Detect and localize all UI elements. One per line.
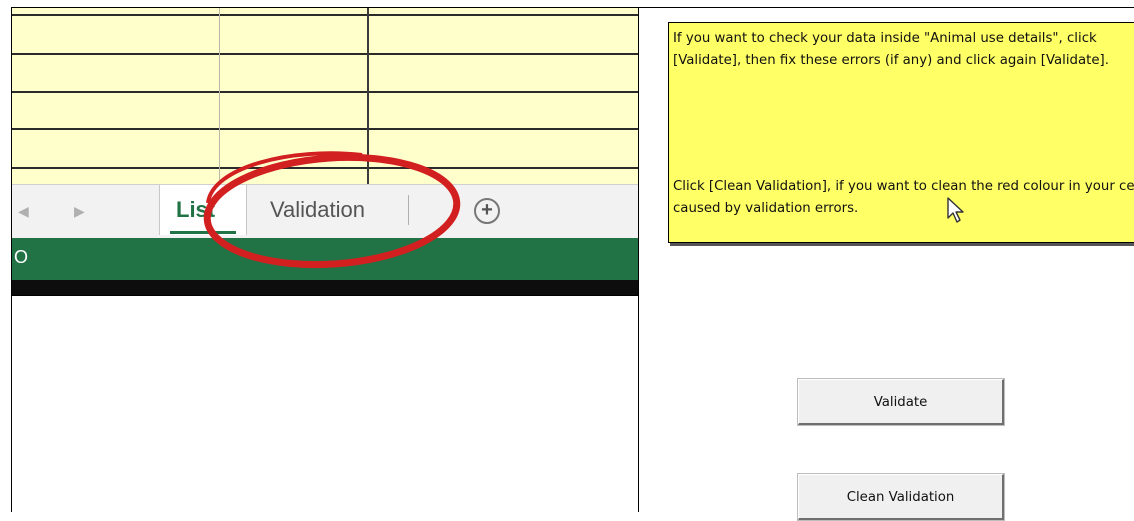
grid-row-line <box>12 91 638 93</box>
clean-validation-button[interactable]: Clean Validation <box>798 474 1004 520</box>
tab-list-label: List <box>176 197 216 222</box>
instructions-paragraph-2: Click [Clean Validation], if you want to… <box>673 179 1134 216</box>
instructions-paragraph-1: If you want to check your data inside "A… <box>673 31 1109 68</box>
status-text: O <box>14 247 29 267</box>
grid-column-line <box>367 8 369 184</box>
tab-validation[interactable]: Validation <box>246 185 382 235</box>
active-tab-underline <box>170 231 236 234</box>
plus-circle-icon[interactable]: + <box>474 198 500 224</box>
divider <box>637 7 1134 8</box>
tab-separator <box>408 195 409 225</box>
grid-row-line <box>12 53 638 55</box>
dark-strip <box>12 280 638 295</box>
scroll-right-icon[interactable]: ▶ <box>74 203 85 220</box>
instructions-note: If you want to check your data inside "A… <box>668 22 1134 243</box>
tab-list[interactable]: List <box>159 185 247 235</box>
tab-validation-label: Validation <box>270 197 365 222</box>
validate-button[interactable]: Validate <box>798 379 1004 425</box>
mouse-cursor-icon <box>947 197 964 223</box>
grid-row-line <box>12 167 638 169</box>
divider <box>12 295 638 296</box>
sheet-tab-bar: ◀ ▶ List Validation + <box>12 184 638 239</box>
grid-row-line <box>12 14 638 16</box>
grid-column-line <box>219 8 220 184</box>
spreadsheet-grid[interactable] <box>12 8 638 184</box>
excel-screenshot: ◀ ▶ List Validation + O <box>11 7 639 512</box>
grid-row-line <box>12 128 638 130</box>
status-bar: O <box>12 238 638 280</box>
scroll-left-icon[interactable]: ◀ <box>18 203 29 220</box>
